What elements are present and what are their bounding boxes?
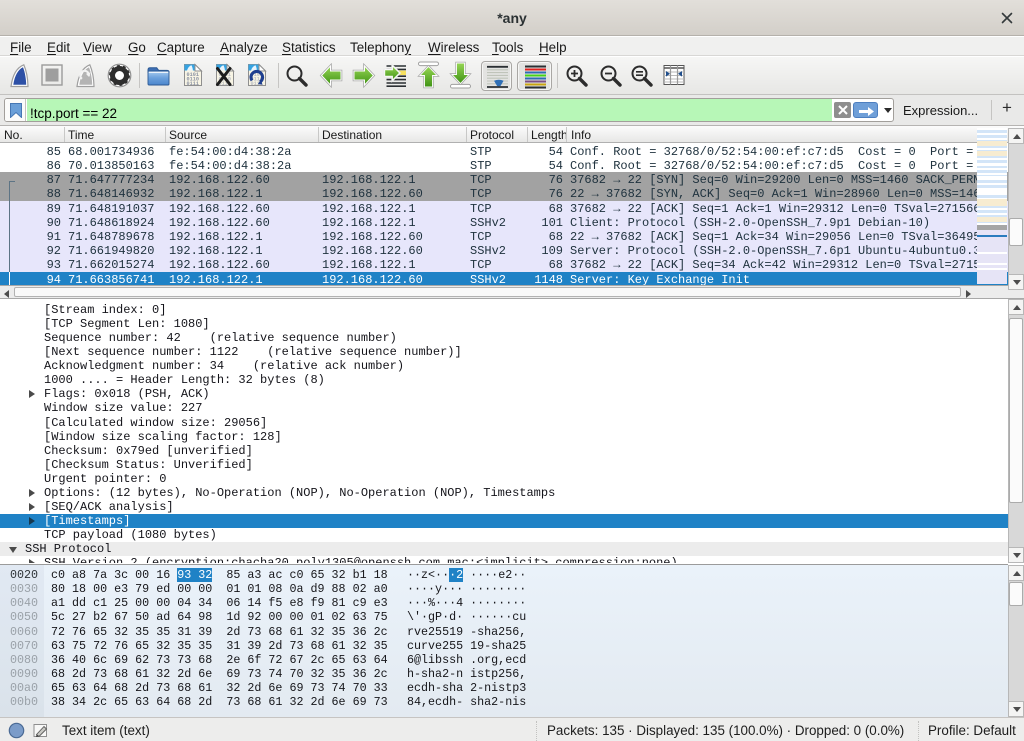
svg-text:0111: 0111 xyxy=(187,81,199,87)
